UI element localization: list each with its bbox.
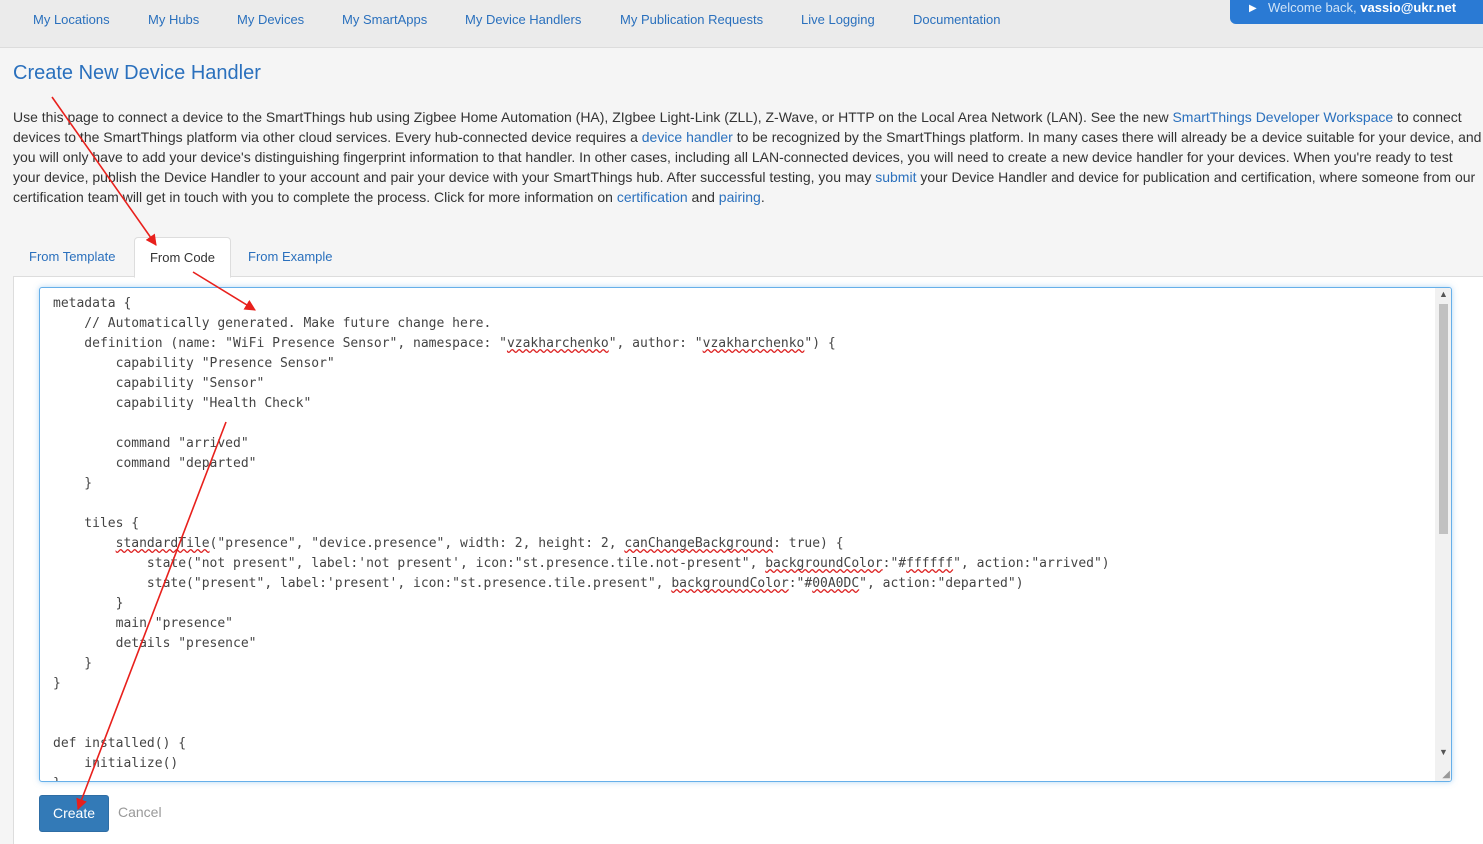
intro-text-1: Use this page to connect a device to the… (13, 109, 1173, 125)
nav-documentation[interactable]: Documentation (913, 12, 1000, 27)
scroll-up-icon[interactable]: ▲ (1439, 289, 1448, 299)
editor-scrollbar[interactable]: ▲ ▼ (1435, 288, 1451, 781)
welcome-text: Welcome back, vassio@ukr.net (1268, 0, 1456, 16)
welcome-user: vassio@ukr.net (1360, 0, 1457, 15)
tab-from-template[interactable]: From Template (29, 237, 115, 276)
nav-my-hubs[interactable]: My Hubs (148, 12, 199, 27)
page-title: Create New Device Handler (13, 62, 261, 84)
scroll-down-icon[interactable]: ▼ (1439, 747, 1448, 757)
create-button[interactable]: Create (39, 795, 109, 832)
pairing-link[interactable]: pairing (719, 189, 761, 205)
intro-text-5: and (687, 189, 719, 205)
nav-my-device-handlers[interactable]: My Device Handlers (465, 12, 581, 27)
tab-from-example[interactable]: From Example (248, 237, 333, 276)
developer-workspace-link[interactable]: SmartThings Developer Workspace (1172, 109, 1393, 125)
welcome-prefix: Welcome back, (1268, 0, 1357, 15)
scroll-thumb[interactable] (1439, 304, 1448, 534)
nav-my-devices[interactable]: My Devices (237, 12, 304, 27)
nav-my-publication-requests[interactable]: My Publication Requests (620, 12, 763, 27)
code-editor[interactable]: metadata { // Automatically generated. M… (39, 287, 1452, 782)
submit-link[interactable]: submit (875, 169, 916, 185)
device-handler-link[interactable]: device handler (642, 129, 733, 145)
certification-link[interactable]: certification (617, 189, 688, 205)
code-content[interactable]: metadata { // Automatically generated. M… (53, 294, 1110, 781)
welcome-menu[interactable]: ▶ Welcome back, vassio@ukr.net (1230, 0, 1483, 24)
intro-paragraph: Use this page to connect a device to the… (13, 107, 1483, 207)
tab-from-code[interactable]: From Code (134, 237, 231, 278)
intro-text-6: . (760, 189, 765, 205)
cancel-button[interactable]: Cancel (118, 804, 162, 820)
nav-live-logging[interactable]: Live Logging (801, 12, 875, 27)
nav-my-smartapps[interactable]: My SmartApps (342, 12, 427, 27)
resize-grip-icon[interactable]: ◢ (1442, 769, 1450, 780)
nav-my-locations[interactable]: My Locations (33, 12, 110, 27)
caret-right-icon: ▶ (1249, 3, 1257, 14)
